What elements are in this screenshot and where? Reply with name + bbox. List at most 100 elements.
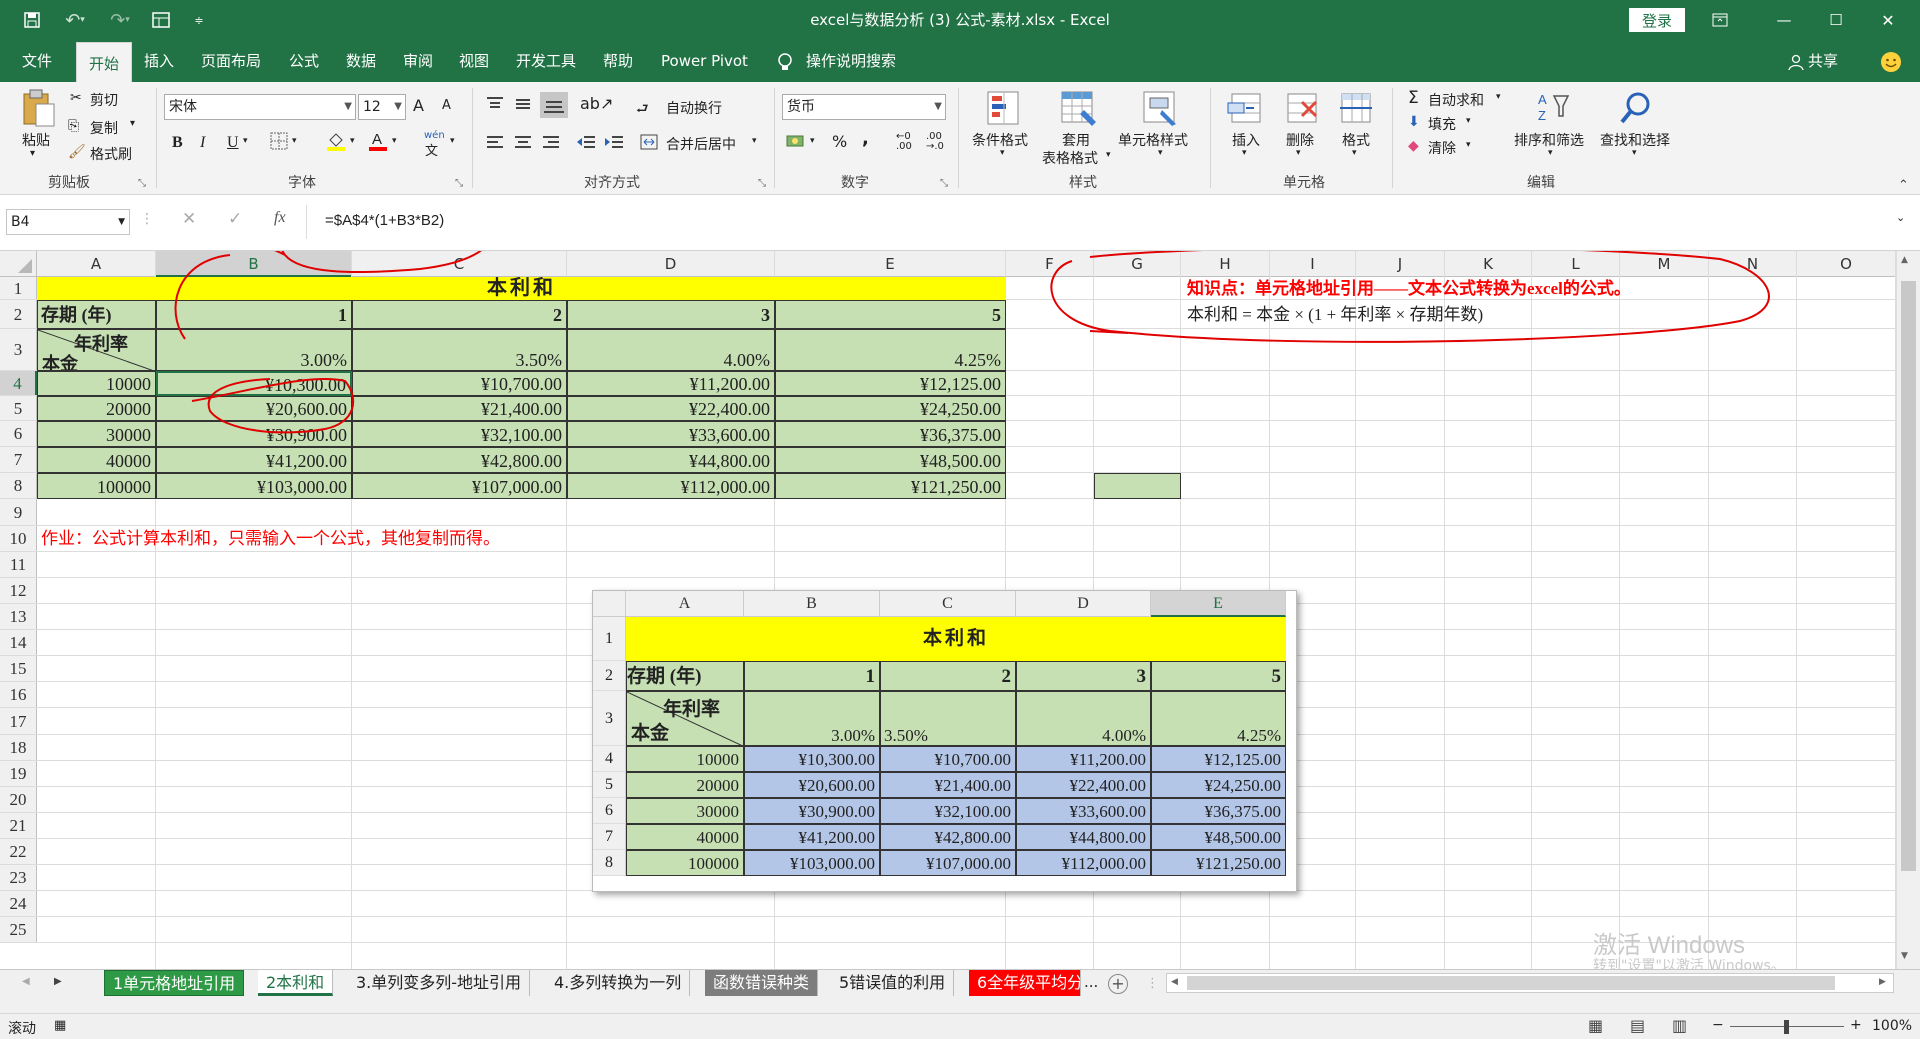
- format-as-table-icon[interactable]: [1058, 88, 1098, 128]
- menu-page-layout[interactable]: 页面布局: [201, 40, 261, 82]
- font-size-combo[interactable]: 12 ▼: [358, 94, 406, 120]
- wrap-text-icon[interactable]: ⮐: [636, 98, 649, 122]
- menu-file[interactable]: 文件: [22, 40, 52, 82]
- copy-button[interactable]: 复制: [90, 118, 118, 138]
- fill-color-icon[interactable]: [326, 130, 346, 156]
- borders-dropdown-icon[interactable]: ▾: [292, 136, 297, 146]
- delete-cells-icon[interactable]: [1282, 88, 1322, 128]
- prev-sheet-icon[interactable]: ◀: [22, 976, 30, 987]
- format-cells-button[interactable]: 格式: [1342, 130, 1370, 150]
- align-center-icon[interactable]: [514, 134, 532, 154]
- borders-icon[interactable]: [270, 132, 288, 154]
- decrease-decimal-icon[interactable]: .00 →.0: [926, 132, 944, 152]
- maximize-button[interactable]: ☐: [1822, 8, 1850, 32]
- accounting-format-icon[interactable]: [786, 132, 808, 154]
- clipboard-launcher-icon[interactable]: ⤡: [138, 178, 146, 189]
- merge-dropdown-icon[interactable]: ▾: [752, 136, 757, 146]
- italic-button[interactable]: I: [200, 134, 205, 152]
- zoom-in-button[interactable]: +: [1850, 1017, 1862, 1033]
- sheet-tab-2[interactable]: 2本利和: [258, 970, 334, 996]
- zoom-level[interactable]: 100%: [1872, 1018, 1912, 1034]
- grow-font-button[interactable]: A: [413, 96, 424, 115]
- paste-icon[interactable]: [18, 88, 58, 128]
- number-format-combo[interactable]: 货币 ▼: [782, 94, 946, 120]
- sheet-tab-5[interactable]: 函数错误种类: [705, 970, 819, 996]
- align-left-icon[interactable]: [486, 134, 504, 154]
- paste-button[interactable]: 粘贴: [22, 130, 50, 150]
- increase-indent-icon[interactable]: [604, 134, 624, 154]
- merge-center-icon[interactable]: [640, 134, 658, 154]
- format-as-table-button[interactable]: 套用: [1062, 130, 1090, 150]
- find-dropdown-icon[interactable]: ▾: [1632, 148, 1637, 158]
- insert-dropdown-icon[interactable]: ▾: [1242, 148, 1247, 158]
- paste-dropdown-icon[interactable]: ▾: [30, 148, 35, 159]
- comma-button[interactable]: ,: [862, 128, 869, 149]
- vertical-scrollbar[interactable]: ▲ ▼: [1896, 251, 1920, 969]
- cell-styles-button[interactable]: 单元格样式: [1118, 130, 1188, 150]
- underline-dropdown-icon[interactable]: ▾: [243, 136, 248, 146]
- underline-button[interactable]: U: [227, 134, 239, 152]
- expand-formula-icon[interactable]: ⌄: [1896, 211, 1905, 224]
- ribbon-display-icon[interactable]: [1708, 8, 1732, 32]
- format-dropdown-icon[interactable]: ▾: [1352, 148, 1357, 158]
- tab-splitter-icon[interactable]: ⋮: [1146, 976, 1159, 991]
- clear-icon[interactable]: ◆: [1408, 138, 1419, 154]
- enter-icon[interactable]: ✓: [228, 209, 242, 229]
- clear-dropdown-icon[interactable]: ▾: [1466, 140, 1471, 150]
- delete-cells-button[interactable]: 删除: [1286, 130, 1314, 150]
- shrink-font-button[interactable]: A: [442, 98, 451, 113]
- percent-button[interactable]: %: [832, 132, 847, 151]
- sort-dropdown-icon[interactable]: ▾: [1548, 148, 1553, 158]
- format-painter-icon[interactable]: 🖌: [68, 144, 86, 160]
- scroll-right-icon[interactable]: ▶: [1879, 977, 1886, 987]
- sort-filter-button[interactable]: 排序和筛选: [1514, 130, 1584, 150]
- align-middle-icon[interactable]: [514, 96, 532, 116]
- bold-button[interactable]: B: [172, 134, 183, 152]
- sheet-tab-4[interactable]: 4.多列转换为一列: [546, 970, 691, 996]
- cut-icon[interactable]: ✂: [70, 90, 82, 106]
- sheet-tab-1[interactable]: 1单元格地址引用: [104, 970, 245, 996]
- alignment-launcher-icon[interactable]: ⤡: [758, 178, 766, 189]
- more-sheets-button[interactable]: ...: [1084, 973, 1098, 991]
- accounting-dropdown-icon[interactable]: ▾: [810, 136, 815, 146]
- font-name-combo[interactable]: 宋体 ▼: [164, 94, 356, 120]
- tell-me-search[interactable]: 操作说明搜索: [806, 40, 896, 82]
- format-cells-icon[interactable]: [1336, 88, 1376, 128]
- share-icon[interactable]: [1788, 40, 1804, 82]
- align-top-icon[interactable]: [486, 96, 504, 116]
- conditional-format-icon[interactable]: [984, 88, 1024, 128]
- orientation-icon[interactable]: ab↗: [580, 94, 613, 113]
- horizontal-scrollbar[interactable]: ◀ ▶: [1166, 973, 1894, 993]
- align-right-icon[interactable]: [542, 134, 560, 154]
- fill-color-dropdown-icon[interactable]: ▾: [350, 136, 355, 146]
- close-button[interactable]: ✕: [1874, 8, 1902, 32]
- font-launcher-icon[interactable]: ⤡: [455, 178, 463, 189]
- cell-styles-icon[interactable]: [1140, 88, 1180, 128]
- cut-button[interactable]: 剪切: [90, 90, 118, 110]
- sheet-tab-3[interactable]: 3.单列变多列-地址引用: [348, 970, 531, 996]
- insert-cells-button[interactable]: 插入: [1232, 130, 1260, 150]
- sheet-tab-7[interactable]: 6全年级平均分: [969, 970, 1081, 996]
- minimize-button[interactable]: —: [1770, 8, 1798, 32]
- cancel-icon[interactable]: ✕: [182, 209, 196, 229]
- zoom-out-button[interactable]: −: [1712, 1017, 1724, 1033]
- next-sheet-icon[interactable]: ▶: [54, 976, 62, 987]
- format-as-table-button-2[interactable]: 表格格式: [1042, 148, 1098, 168]
- wrap-text-button[interactable]: 自动换行: [666, 98, 722, 118]
- cell-styles-dropdown-icon[interactable]: ▾: [1158, 148, 1163, 158]
- table-format-dropdown-icon[interactable]: ▾: [1106, 150, 1111, 160]
- menu-review[interactable]: 审阅: [403, 40, 433, 82]
- vertical-scroll-thumb[interactable]: [1901, 281, 1916, 871]
- horizontal-scroll-thumb[interactable]: [1187, 976, 1835, 990]
- page-layout-view-icon[interactable]: ▤: [1630, 1016, 1645, 1035]
- menu-help[interactable]: 帮助: [603, 40, 633, 82]
- insert-function-button[interactable]: fx: [274, 209, 286, 227]
- collapse-ribbon-icon[interactable]: ⌃: [1898, 178, 1909, 193]
- sheet-tab-6[interactable]: 5错误值的利用: [831, 970, 955, 996]
- macro-record-icon[interactable]: ▦: [54, 1018, 66, 1033]
- add-sheet-button[interactable]: +: [1108, 974, 1128, 994]
- align-bottom-icon[interactable]: [540, 92, 568, 118]
- autosum-icon[interactable]: Σ: [1408, 88, 1419, 108]
- font-color-icon[interactable]: A: [368, 130, 388, 156]
- insert-cells-icon[interactable]: [1226, 88, 1266, 128]
